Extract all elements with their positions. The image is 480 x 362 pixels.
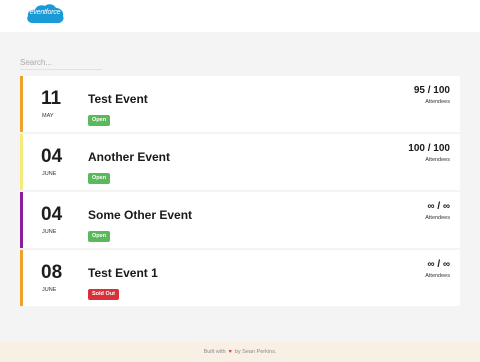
top-bar: eventforce [0, 0, 480, 32]
event-card[interactable]: 11 MAY Test Event Open 95 / 100 Attendee… [20, 76, 460, 132]
footer-built-with: Built with [203, 349, 226, 355]
attendee-count: ∞ / ∞ [427, 201, 450, 212]
status-badge: Open [88, 173, 111, 184]
status-badge: Open [88, 115, 111, 126]
logo-text: eventforce [29, 9, 61, 16]
attendees-label: Attendees [425, 157, 450, 163]
eventforce-logo[interactable]: eventforce [25, 3, 65, 27]
attendees-label: Attendees [425, 215, 450, 221]
footer: Built with ♥ by Sean Perkins. [0, 342, 480, 362]
heart-icon: ♥ [228, 349, 232, 355]
search-input[interactable] [20, 56, 102, 70]
event-card[interactable]: 08 JUNE Test Event 1 Sold Out ∞ / ∞ Atte… [20, 250, 460, 306]
status-badge: Open [88, 231, 111, 242]
event-month: JUNE [42, 229, 57, 235]
event-list: 11 MAY Test Event Open 95 / 100 Attendee… [20, 76, 460, 308]
event-day: 11 [41, 88, 62, 109]
event-card[interactable]: 04 JUNE Another Event Open 100 / 100 Att… [20, 134, 460, 190]
event-day: 08 [41, 262, 63, 283]
attendee-count: 95 / 100 [413, 85, 450, 96]
attendees-label: Attendees [425, 99, 450, 105]
event-card[interactable]: 04 JUNE Some Other Event Open ∞ / ∞ Atte… [20, 192, 460, 248]
event-month: MAY [42, 113, 54, 119]
attendee-count: 100 / 100 [408, 143, 450, 154]
event-title: Test Event 1 [88, 266, 158, 280]
event-month: JUNE [42, 171, 57, 177]
attendees-label: Attendees [425, 273, 450, 279]
event-month: JUNE [42, 287, 57, 293]
footer-author-link[interactable]: by Sean Perkins. [235, 349, 277, 355]
attendee-count: ∞ / ∞ [427, 259, 450, 270]
event-day: 04 [41, 204, 63, 225]
app-window: eventforce 11 MAY Test Event Open 95 / 1… [0, 0, 480, 362]
event-title: Another Event [88, 150, 171, 164]
event-title: Some Other Event [88, 208, 193, 222]
event-day: 04 [41, 146, 63, 167]
status-badge: Sold Out [88, 289, 119, 300]
event-title: Test Event [88, 92, 148, 106]
